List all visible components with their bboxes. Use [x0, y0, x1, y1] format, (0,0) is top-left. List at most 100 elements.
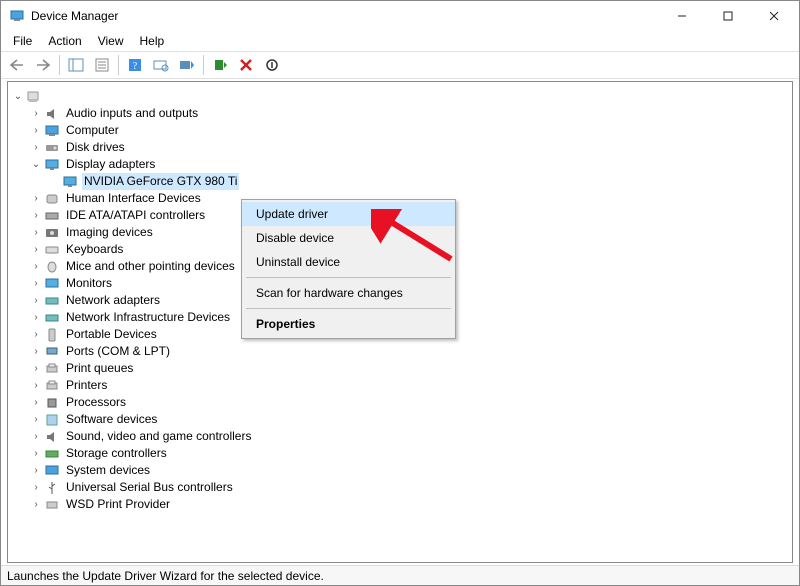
tree-category[interactable]: › Disk drives — [12, 139, 788, 156]
back-button[interactable] — [5, 54, 29, 76]
expand-icon[interactable]: › — [30, 363, 42, 375]
device-label: NVIDIA GeForce GTX 980 Ti — [82, 173, 239, 190]
expand-icon[interactable]: › — [30, 329, 42, 341]
expand-icon[interactable]: › — [30, 397, 42, 409]
hid-icon — [44, 191, 60, 207]
display-adapter-icon — [44, 157, 60, 173]
expand-icon[interactable]: › — [30, 142, 42, 154]
expand-icon[interactable]: › — [30, 465, 42, 477]
tree-category[interactable]: ›WSD Print Provider — [12, 496, 788, 513]
status-text: Launches the Update Driver Wizard for th… — [7, 569, 324, 583]
toolbar-separator — [118, 55, 119, 75]
computer-icon — [44, 123, 60, 139]
tree-category[interactable]: › Computer — [12, 122, 788, 139]
tree-category[interactable]: › Audio inputs and outputs — [12, 105, 788, 122]
category-label: Network Infrastructure Devices — [64, 309, 232, 326]
expand-icon[interactable]: › — [30, 499, 42, 511]
expand-icon[interactable]: › — [30, 295, 42, 307]
maximize-button[interactable] — [705, 1, 751, 31]
category-label: Display adapters — [64, 156, 157, 173]
processor-icon — [44, 395, 60, 411]
tree-category[interactable]: ›Processors — [12, 394, 788, 411]
ctx-scan-hardware[interactable]: Scan for hardware changes — [242, 281, 455, 305]
mouse-icon — [44, 259, 60, 275]
expand-icon[interactable]: › — [30, 193, 42, 205]
tree-category[interactable]: ›Print queues — [12, 360, 788, 377]
system-device-icon — [44, 463, 60, 479]
tree-category[interactable]: ›System devices — [12, 462, 788, 479]
printer-icon — [44, 378, 60, 394]
minimize-button[interactable] — [659, 1, 705, 31]
ctx-separator — [246, 308, 451, 309]
toolbar-separator — [203, 55, 204, 75]
collapse-icon[interactable]: ⌄ — [12, 91, 24, 103]
properties-button[interactable] — [90, 54, 114, 76]
menu-bar: File Action View Help — [1, 31, 799, 51]
menu-view[interactable]: View — [90, 32, 132, 50]
display-adapter-icon — [62, 174, 78, 190]
expand-icon[interactable]: › — [30, 278, 42, 290]
category-label: IDE ATA/ATAPI controllers — [64, 207, 207, 224]
ctx-properties[interactable]: Properties — [242, 312, 455, 336]
expand-icon[interactable]: › — [30, 482, 42, 494]
expand-icon[interactable]: › — [30, 346, 42, 358]
tree-category[interactable]: ›Ports (COM & LPT) — [12, 343, 788, 360]
status-bar: Launches the Update Driver Wizard for th… — [1, 565, 799, 585]
category-label: Software devices — [64, 411, 159, 428]
expand-icon[interactable]: › — [30, 312, 42, 324]
expand-icon[interactable]: › — [30, 227, 42, 239]
monitor-icon — [44, 276, 60, 292]
expand-icon[interactable]: › — [30, 108, 42, 120]
expand-icon[interactable]: › — [30, 125, 42, 137]
window-title: Device Manager — [31, 9, 659, 23]
expand-icon[interactable]: › — [30, 244, 42, 256]
storage-icon — [44, 446, 60, 462]
enable-device-button[interactable] — [208, 54, 232, 76]
category-label: Universal Serial Bus controllers — [64, 479, 235, 496]
software-device-icon — [44, 412, 60, 428]
menu-action[interactable]: Action — [40, 32, 89, 50]
forward-button[interactable] — [31, 54, 55, 76]
svg-text:?: ? — [133, 61, 138, 72]
ctx-update-driver[interactable]: Update driver — [242, 202, 455, 226]
menu-file[interactable]: File — [5, 32, 40, 50]
menu-help[interactable]: Help — [132, 32, 173, 50]
tree-category[interactable]: › Universal Serial Bus controllers — [12, 479, 788, 496]
uninstall-device-button[interactable] — [234, 54, 258, 76]
tree-device-nvidia[interactable]: NVIDIA GeForce GTX 980 Ti — [12, 173, 788, 190]
expand-icon[interactable]: › — [30, 414, 42, 426]
expand-icon[interactable]: › — [30, 380, 42, 392]
tree-category[interactable]: ›Sound, video and game controllers — [12, 428, 788, 445]
imaging-icon — [44, 225, 60, 241]
computer-icon — [26, 89, 42, 105]
tree-root[interactable]: ⌄ — [12, 88, 788, 105]
disable-device-button[interactable] — [260, 54, 284, 76]
title-bar: Device Manager — [1, 1, 799, 31]
audio-icon — [44, 106, 60, 122]
tree-category[interactable]: ›Storage controllers — [12, 445, 788, 462]
expand-icon[interactable]: › — [30, 431, 42, 443]
expand-icon[interactable]: › — [30, 210, 42, 222]
sound-icon — [44, 429, 60, 445]
close-button[interactable] — [751, 1, 797, 31]
category-label: Portable Devices — [64, 326, 159, 343]
collapse-icon[interactable]: ⌄ — [30, 159, 42, 171]
scan-hardware-button[interactable] — [149, 54, 173, 76]
tree-category-display-adapters[interactable]: ⌄ Display adapters — [12, 156, 788, 173]
keyboard-icon — [44, 242, 60, 258]
update-driver-button[interactable] — [175, 54, 199, 76]
ctx-disable-device[interactable]: Disable device — [242, 226, 455, 250]
help-button[interactable]: ? — [123, 54, 147, 76]
print-queue-icon — [44, 361, 60, 377]
disk-icon — [44, 140, 60, 156]
toolbar-separator — [59, 55, 60, 75]
expand-icon[interactable]: › — [30, 261, 42, 273]
show-hide-tree-button[interactable] — [64, 54, 88, 76]
expand-icon[interactable]: › — [30, 448, 42, 460]
tree-category[interactable]: ›Printers — [12, 377, 788, 394]
ctx-separator — [246, 277, 451, 278]
category-label: Mice and other pointing devices — [64, 258, 237, 275]
context-menu: Update driver Disable device Uninstall d… — [241, 199, 456, 339]
ctx-uninstall-device[interactable]: Uninstall device — [242, 250, 455, 274]
tree-category[interactable]: › Software devices — [12, 411, 788, 428]
